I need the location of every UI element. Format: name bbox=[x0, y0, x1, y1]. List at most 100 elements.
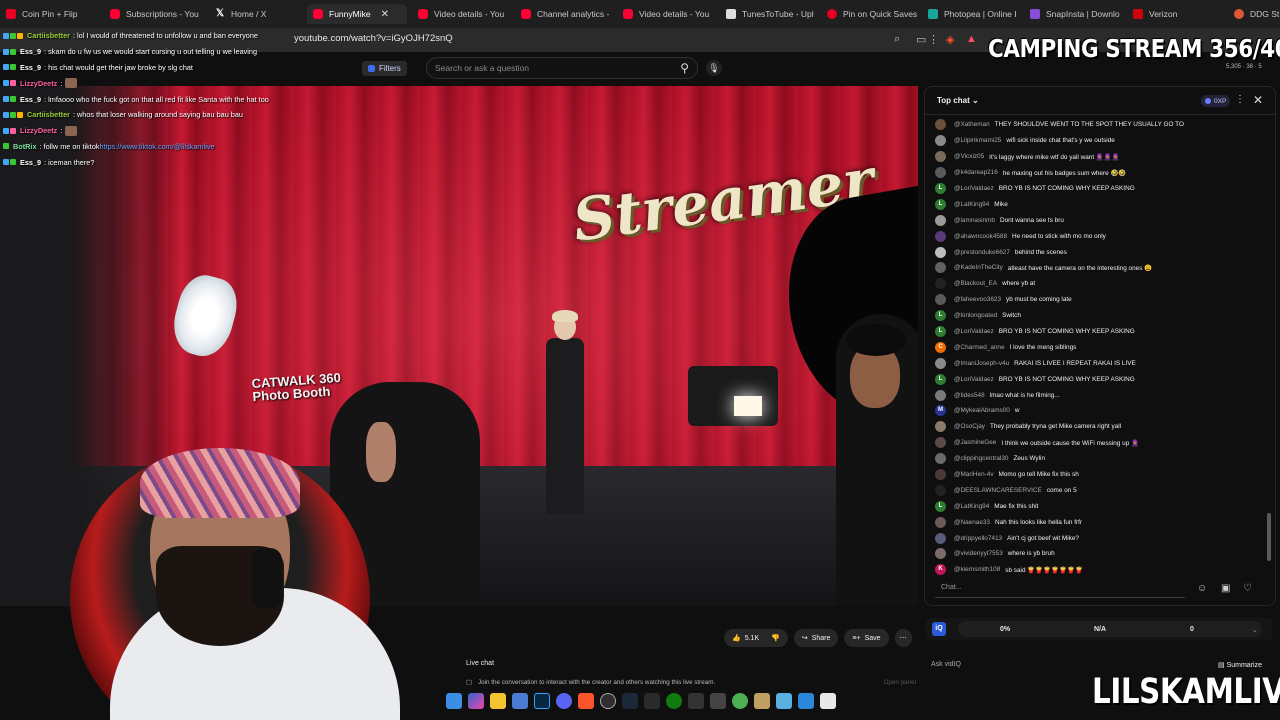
avatar[interactable] bbox=[935, 484, 946, 496]
chat-message[interactable]: @Naenae33 Nah this looks like hella fun f… bbox=[935, 514, 1265, 530]
avatar[interactable]: L bbox=[935, 373, 946, 385]
brave-shield-icon[interactable]: ◈ bbox=[946, 33, 954, 46]
chat-username[interactable]: @LatKing94 bbox=[954, 503, 989, 510]
rewards-icon[interactable]: ▲ bbox=[966, 33, 977, 45]
zoom-icon[interactable]: ⌕ bbox=[894, 33, 900, 46]
chat-username[interactable]: @drippyello7413 bbox=[954, 535, 1002, 542]
chat-username[interactable]: @vividenyyt7553 bbox=[954, 550, 1003, 557]
browser-tab[interactable]: Subscriptions - You bbox=[104, 4, 204, 24]
xp-badge[interactable]: 0XP bbox=[1201, 95, 1231, 107]
chat-message[interactable]: @clippingcentral30 Zeus Wylin bbox=[935, 451, 1265, 467]
chat-message[interactable]: @Lilpinkmami25 wifi sick inside chat that… bbox=[935, 133, 1265, 149]
chat-username[interactable]: @faheevoo3623 bbox=[954, 296, 1001, 303]
avatar[interactable] bbox=[935, 389, 946, 401]
browser-tab[interactable]: SnapInsta | Downlo bbox=[1024, 4, 1120, 24]
chat-username[interactable]: @kiernsmith108 bbox=[954, 566, 1000, 573]
chat-username[interactable]: @OsoCjay bbox=[954, 423, 985, 430]
chat-username[interactable]: @KadeInTheCity bbox=[954, 264, 1003, 271]
chat-message[interactable]: @k4dareap216 he maxing out his badges sum… bbox=[935, 165, 1265, 181]
chat-username[interactable]: @Charmed_anne bbox=[954, 344, 1005, 351]
chat-username[interactable]: @lonlongoated bbox=[954, 312, 997, 319]
chat-mode-selector[interactable]: Top chat ⌄ bbox=[937, 96, 979, 105]
chat-username[interactable]: @Naenae33 bbox=[954, 519, 990, 526]
browser-tab[interactable]: Verizon bbox=[1127, 4, 1217, 24]
browser-tab[interactable]: Photopea | Online I bbox=[922, 4, 1018, 24]
chat-username[interactable]: @JasmineGee bbox=[954, 439, 996, 446]
chat-message[interactable]: @ahawncook4588 He need to stick with mo m… bbox=[935, 228, 1265, 244]
cast-icon[interactable]: ▭ bbox=[916, 33, 926, 46]
chat-message[interactable]: L @LoriValdaez BRO YB IS NOT COMING WHY KE… bbox=[935, 371, 1265, 387]
chat-input[interactable]: Chat... bbox=[935, 579, 1185, 597]
app-icon[interactable] bbox=[732, 693, 748, 709]
chat-username[interactable]: @LoriValdaez bbox=[954, 328, 994, 335]
chat-username[interactable]: @clippingcentral30 bbox=[954, 455, 1008, 462]
chat-message[interactable]: @KadeInTheCity atleast have the camera on… bbox=[935, 260, 1265, 276]
chat-message[interactable]: @MariHen-4v Momo go tell Mike fix this sh bbox=[935, 467, 1265, 483]
avatar[interactable]: L bbox=[935, 326, 946, 338]
bookmarks-icon[interactable]: ⋮ bbox=[928, 33, 939, 46]
avatar[interactable]: C bbox=[935, 341, 946, 353]
app-icon[interactable] bbox=[710, 693, 726, 709]
chat-message[interactable]: @JasmineGee I think we outside cause the … bbox=[935, 435, 1265, 451]
avatar[interactable] bbox=[935, 548, 946, 560]
chat-message[interactable]: L @LatKing94 Mike bbox=[935, 196, 1265, 212]
brave-icon[interactable] bbox=[578, 693, 594, 709]
super-chat-icon[interactable]: ▣ bbox=[1221, 583, 1230, 594]
chat-username[interactable]: @MykealAbrams00 bbox=[954, 407, 1010, 414]
chat-message[interactable]: @Blackout_EA where yb at bbox=[935, 276, 1265, 292]
chat-username[interactable]: @LoriValdaez bbox=[954, 185, 994, 192]
file-explorer-icon[interactable] bbox=[490, 693, 506, 709]
avatar[interactable] bbox=[935, 437, 946, 449]
avatar[interactable]: L bbox=[935, 310, 946, 322]
browser-tab[interactable]: Channel analytics - bbox=[515, 4, 611, 24]
open-panel-button[interactable]: Open panel bbox=[883, 679, 916, 686]
microphone-icon[interactable]: 🎙 bbox=[706, 60, 722, 76]
chat-message[interactable]: @prestonduke6627 behind the scenes bbox=[935, 244, 1265, 260]
avatar[interactable] bbox=[935, 262, 946, 274]
browser-tab[interactable]: DDG St bbox=[1228, 4, 1280, 24]
summarize-button[interactable]: ▤ Summarize bbox=[1218, 661, 1262, 669]
chat-message[interactable]: @drippyello7413 Ain't cj got beef wit Mik… bbox=[935, 530, 1265, 546]
chat-message[interactable]: @Xatheman THEY SHOULDVE WENT TO THE SPOT … bbox=[935, 117, 1265, 133]
avatar[interactable] bbox=[935, 214, 946, 226]
avatar[interactable] bbox=[935, 135, 946, 147]
close-tab-icon[interactable]: ✕ bbox=[381, 9, 389, 20]
close-icon[interactable]: ✕ bbox=[1253, 93, 1263, 107]
browser-tab[interactable]: 𝕏 Home / X bbox=[209, 4, 301, 24]
chat-message[interactable]: @DEESLAWNCARESERVICE come on 5 bbox=[935, 482, 1265, 498]
chat-message[interactable]: @faheevoo3623 yb must be coming late bbox=[935, 292, 1265, 308]
app-icon[interactable] bbox=[754, 693, 770, 709]
search-icon[interactable]: ⚲ bbox=[680, 61, 689, 75]
avatar[interactable] bbox=[935, 119, 946, 131]
chat-username[interactable]: @Xatheman bbox=[954, 121, 990, 128]
chat-message[interactable]: @Vicxiz05 It's laggy where mike wtf do ya… bbox=[935, 149, 1265, 165]
chat-username[interactable]: @k4dareap216 bbox=[954, 169, 998, 176]
chat-username[interactable]: @prestonduke6627 bbox=[954, 249, 1010, 256]
avatar[interactable] bbox=[935, 167, 946, 179]
filters-button[interactable]: Filters bbox=[362, 61, 407, 76]
chat-message[interactable]: L @LoriValdaez BRO YB IS NOT COMING WHY KE… bbox=[935, 181, 1265, 197]
chat-message[interactable]: L @LatKing94 Mae fix this shit bbox=[935, 498, 1265, 514]
chat-message[interactable]: @ImaniJoseph-v4u RAKAI IS LIVEE I REPEAT … bbox=[935, 355, 1265, 371]
discord-icon[interactable] bbox=[556, 693, 572, 709]
avatar[interactable] bbox=[935, 421, 946, 433]
notepad-icon[interactable] bbox=[776, 693, 792, 709]
avatar[interactable]: L bbox=[935, 198, 946, 210]
chat-message[interactable]: C @Charmed_anne I love the meng siblings bbox=[935, 339, 1265, 355]
chat-message[interactable]: @lamnasinmb Dont wanna see ts bru bbox=[935, 212, 1265, 228]
avatar[interactable] bbox=[935, 151, 946, 163]
chat-username[interactable]: @ImaniJoseph-v4u bbox=[954, 360, 1009, 367]
like-button[interactable]: 👍 5.1K 👎 bbox=[724, 629, 788, 647]
avatar[interactable] bbox=[935, 357, 946, 369]
more-actions-button[interactable]: ⋯ bbox=[894, 629, 912, 647]
avatar[interactable] bbox=[935, 278, 946, 290]
chat-username[interactable]: @Lilpinkmami25 bbox=[954, 137, 1001, 144]
avatar[interactable]: M bbox=[935, 405, 946, 417]
chat-message[interactable]: @OsoCjay They probably tryna get Mike cam… bbox=[935, 419, 1265, 435]
photos-icon[interactable] bbox=[798, 693, 814, 709]
browser-tab[interactable]: Pin on Quick Saves bbox=[821, 4, 917, 24]
document-icon[interactable] bbox=[820, 693, 836, 709]
app-icon[interactable] bbox=[688, 693, 704, 709]
stream-chat-link[interactable]: https://www.tiktok.com/@lilskamlive bbox=[100, 142, 215, 151]
app-icon[interactable] bbox=[644, 693, 660, 709]
